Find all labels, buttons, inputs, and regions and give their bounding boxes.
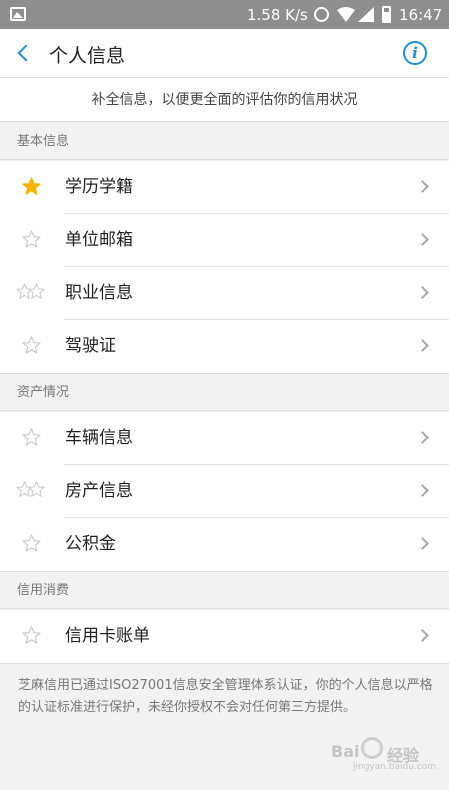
back-button[interactable] [12,37,40,69]
list-item-label: 房产信息 [65,481,133,501]
subtitle-text: 补全信息，以便更全面的评估你的信用状况 [0,78,449,122]
star-icon [16,624,50,648]
list-item-label: 信用卡账单 [65,626,150,646]
chevron-right-icon [416,537,429,550]
list-item-label: 职业信息 [65,283,133,303]
list-credit: 信用卡账单 [0,610,449,664]
screen: 1.58 K/s 16:47 个人信息 i 补全信息，以便更全面的评估你的信用状… [0,0,449,790]
gallery-icon [10,7,26,21]
list-item[interactable]: 公积金 [0,518,449,571]
star-icon [16,228,50,252]
list-item-label: 驾驶证 [65,336,116,356]
star-icon [16,175,50,199]
signal-icon [358,7,374,22]
star-icon [16,532,50,556]
chevron-right-icon [416,233,429,246]
info-icon: i [412,44,418,62]
chevron-right-icon [416,180,429,193]
star-icon [16,281,50,305]
list-item[interactable]: 学历学籍 [0,161,449,214]
star-icon [16,426,50,450]
nav-bar: 个人信息 i [0,29,449,78]
section-header-assets: 资产情况 [0,373,449,411]
list-item-label: 公积金 [65,534,116,554]
network-speed: 1.58 K/s [247,6,308,24]
list-basic: 学历学籍 单位邮箱 职业信息 驾驶证 [0,161,449,374]
watermark-url: jingyan.baidu.com [353,762,437,772]
list-item-label: 单位邮箱 [65,230,133,250]
info-button[interactable]: i [403,41,427,65]
battery-icon [382,6,391,23]
wifi-icon [337,7,355,22]
clock: 16:47 [399,6,443,24]
list-item[interactable]: 信用卡账单 [0,610,449,663]
chevron-right-icon [416,629,429,642]
chevron-right-icon [416,431,429,444]
section-header-credit: 信用消费 [0,571,449,609]
alarm-icon [314,7,329,22]
list-item-label: 车辆信息 [65,428,133,448]
list-item[interactable]: 单位邮箱 [0,214,449,267]
chevron-right-icon [416,286,429,299]
paw-icon [361,737,383,759]
list-item[interactable]: 车辆信息 [0,412,449,465]
list-item[interactable]: 职业信息 [0,267,449,320]
list-assets: 车辆信息 房产信息 公积金 [0,412,449,572]
page-title: 个人信息 [49,45,126,67]
list-item-label: 学历学籍 [65,177,133,197]
watermark: Bai 经验 jingyan.baidu.com [331,737,436,780]
watermark-brand: Bai [331,742,360,761]
section-header-basic: 基本信息 [0,122,449,160]
star-icon [16,334,50,358]
list-item[interactable]: 驾驶证 [0,320,449,373]
security-note: 芝麻信用已通过ISO27001信息安全管理体系认证，你的个人信息以严格的认证标准… [18,678,433,715]
star-icon [16,479,50,503]
status-bar: 1.58 K/s 16:47 [0,0,449,29]
chevron-right-icon [416,339,429,352]
list-item[interactable]: 房产信息 [0,465,449,518]
chevron-right-icon [416,484,429,497]
chevron-left-icon [17,44,35,62]
